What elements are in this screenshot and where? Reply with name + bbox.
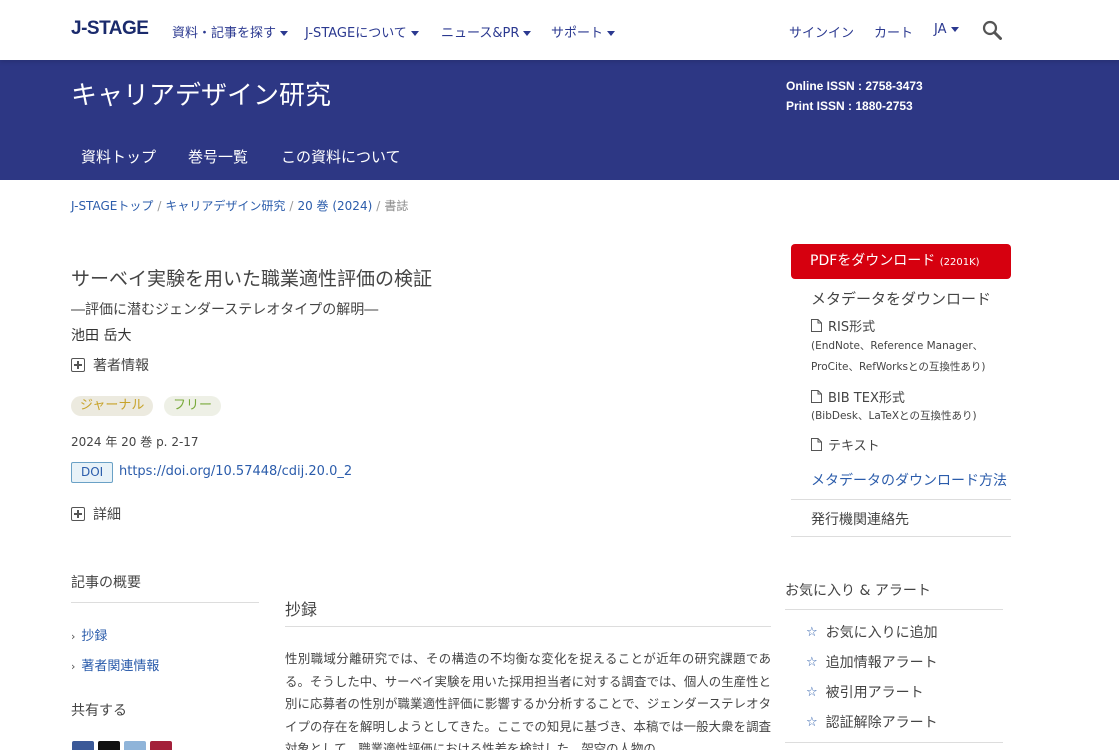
metadata-download-heading: メタデータをダウンロード (811, 290, 992, 308)
breadcrumb-jstage-top[interactable]: J-STAGEトップ (71, 199, 153, 213)
breadcrumb: J-STAGEトップ / キャリアデザイン研究/20 巻 (2024) / 書誌 (71, 197, 408, 214)
caret-down-icon (410, 31, 419, 36)
breadcrumb-separator: / (289, 199, 294, 213)
star-icon: ☆ (806, 684, 818, 700)
hatena-icon[interactable] (150, 741, 172, 750)
menu-about-jstage[interactable]: J-STAGEについて (305, 22, 419, 41)
share-heading: 共有する (71, 703, 127, 719)
breadcrumb-current: 書誌 (384, 199, 409, 213)
divider (785, 742, 1003, 743)
journal-title[interactable]: キャリアデザイン研究 (71, 75, 331, 112)
breadcrumb-journal[interactable]: キャリアデザイン研究 (165, 199, 285, 213)
favorites-alerts-heading: お気に入り & アラート (785, 583, 931, 599)
doi-link[interactable]: https://doi.org/10.57448/cdij.20.0_2 (119, 464, 352, 479)
plus-icon (71, 507, 85, 521)
star-icon: ☆ (806, 714, 818, 730)
download-bibtex[interactable]: BIB TEX形式 (811, 387, 905, 406)
caret-down-icon (950, 27, 959, 32)
document-icon (811, 390, 822, 403)
abstract-text: 性別職域分離研究では、その構造の不均衡な変化を捉えることが近年の研究課題である。… (285, 651, 771, 750)
download-text[interactable]: テキスト (811, 435, 880, 454)
sidebar-link-abstract[interactable]: › 抄録 (71, 625, 107, 644)
article-author: 池田 岳大 (71, 328, 132, 344)
document-icon (811, 438, 822, 451)
signin-link[interactable]: サインイン (789, 22, 854, 41)
top-navbar: J-STAGE 資料・記事を探す J-STAGEについて ニュース&PR サポー… (0, 0, 1119, 60)
pdf-download-button[interactable]: PDFをダウンロード (2201K) (791, 244, 1011, 279)
language-select[interactable]: JA (934, 22, 959, 37)
menu-support[interactable]: サポート (551, 22, 616, 41)
download-ris[interactable]: RIS形式 (811, 316, 875, 335)
tab-about-journal[interactable]: この資料について (281, 146, 401, 167)
tab-issue-list[interactable]: 巻号一覧 (188, 146, 248, 167)
bibtex-compat-note: (BibDesk、LaTeXとの互換性あり) (811, 410, 977, 422)
badge-journal: ジャーナル (71, 396, 154, 416)
print-issn: Print ISSN : 1880-2753 (786, 99, 913, 113)
sidebar-link-author-info[interactable]: › 著者関連情報 (71, 655, 159, 674)
publisher-contact-link[interactable]: 発行機関連絡先 (811, 509, 909, 529)
search-icon[interactable] (982, 20, 1002, 40)
journal-banner: キャリアデザイン研究 Online ISSN : 2758-3473 Print… (0, 60, 1119, 180)
citation-alert-link[interactable]: ☆ 被引用アラート (806, 682, 924, 702)
jstage-logo[interactable]: J-STAGE (71, 18, 149, 40)
details-toggle[interactable]: 詳細 (71, 504, 121, 524)
chevron-right-icon: › (71, 630, 76, 643)
online-issn: Online ISSN : 2758-3473 (786, 79, 923, 93)
ris-compat-note: (EndNote、Reference Manager、 (811, 340, 984, 352)
author-info-toggle[interactable]: 著者情報 (71, 355, 149, 375)
info-alert-link[interactable]: ☆ 追加情報アラート (806, 652, 938, 672)
linkedin-icon[interactable] (124, 741, 146, 750)
x-twitter-icon[interactable] (98, 741, 120, 750)
plus-icon (71, 358, 85, 372)
caret-down-icon (607, 31, 616, 36)
doi-label: DOI (71, 462, 114, 483)
star-icon: ☆ (806, 624, 818, 640)
divider (785, 609, 1003, 610)
cart-link[interactable]: カート (874, 22, 913, 41)
tab-journal-top[interactable]: 資料トップ (81, 146, 156, 167)
add-favorite-link[interactable]: ☆ お気に入りに追加 (806, 622, 938, 642)
divider (285, 626, 771, 627)
abstract-heading: 抄録 (285, 600, 318, 619)
divider (71, 602, 259, 603)
overview-heading: 記事の概要 (71, 575, 141, 591)
divider (791, 536, 1011, 537)
star-icon: ☆ (806, 654, 818, 670)
ris-compat-note: ProCite、RefWorksとの互換性あり) (811, 361, 986, 373)
share-buttons (72, 741, 172, 750)
auth-release-alert-link[interactable]: ☆ 認証解除アラート (806, 712, 938, 732)
caret-down-icon (523, 31, 532, 36)
menu-news-pr[interactable]: ニュース&PR (441, 22, 532, 41)
menu-search-articles[interactable]: 資料・記事を探す (172, 22, 289, 41)
breadcrumb-separator: / (157, 199, 162, 213)
breadcrumb-volume[interactable]: 20 巻 (2024) (297, 199, 372, 213)
chevron-right-icon: › (71, 660, 76, 673)
breadcrumb-separator: / (376, 199, 381, 213)
caret-down-icon (280, 31, 289, 36)
volume-info: 2024 年 20 巻 p. 2-17 (71, 435, 199, 449)
article-subtitle: ―評価に潜むジェンダーステレオタイプの解明― (71, 302, 379, 318)
document-icon (811, 319, 822, 332)
facebook-icon[interactable] (72, 741, 94, 750)
article-title: サーベイ実験を用いた職業適性評価の検証 (71, 268, 433, 290)
badge-free: フリー (164, 396, 222, 416)
divider (791, 499, 1011, 500)
metadata-download-help-link[interactable]: メタデータのダウンロード方法 (811, 470, 1007, 490)
